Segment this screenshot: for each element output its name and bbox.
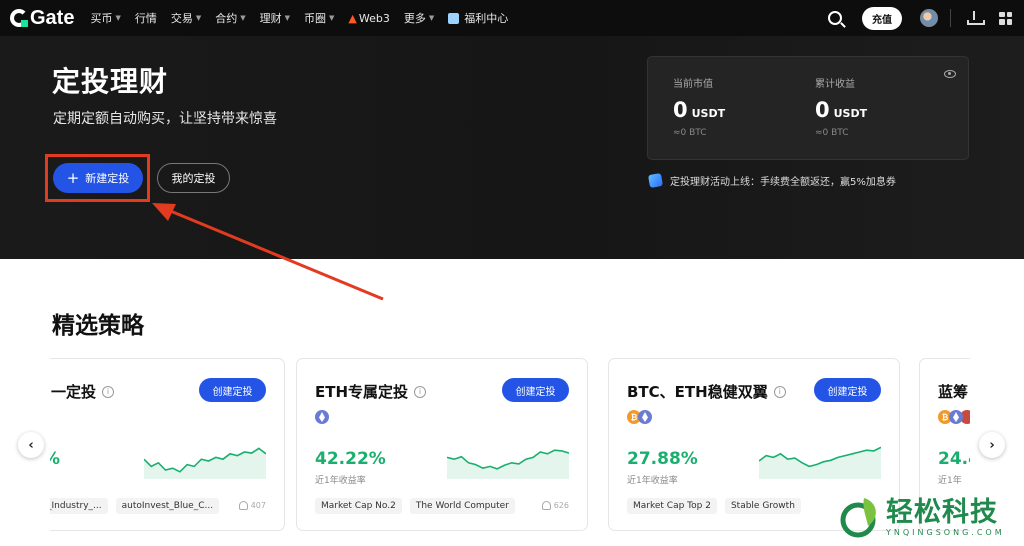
nav-item-rewards-center[interactable]: 福利中心 [448, 10, 508, 26]
stat-total-earnings: 累计收益 0 USDT ≈0 BTC [815, 79, 868, 138]
nav-item-futures[interactable]: 合约 ▼ [215, 10, 245, 26]
annual-return-label: 近1年 [938, 476, 962, 486]
nav-divider [950, 9, 951, 27]
top-nav: Gate 买币 ▼ 行情 交易 ▼ 合约 ▼ 理财 ▼ 币圈 ▼ ▲ Web3 更多 ▼ 福利… [0, 0, 1024, 36]
highlight-box [45, 154, 150, 202]
users-icon [541, 501, 551, 510]
annual-return: 42.22% [315, 449, 386, 469]
eye-icon[interactable] [944, 70, 956, 78]
eth-icon [315, 410, 329, 424]
chevron-down-icon: ▼ [195, 14, 202, 22]
strategy-tag: Stable Growth [724, 498, 801, 514]
return-sparkline [144, 447, 266, 479]
strategy-card[interactable]: 一定投i 创建定投 % _Industry_... autoInvest_Blu… [50, 358, 285, 531]
chevron-right-icon: › [989, 437, 995, 453]
users-icon [238, 501, 248, 510]
avatar[interactable] [920, 9, 938, 27]
nav-item-markets[interactable]: 行情 [135, 10, 157, 26]
chevron-down-icon: ▼ [284, 14, 291, 22]
coin-icons: ₿ [938, 410, 970, 424]
coin-icons [315, 410, 329, 424]
strategy-tags: Market Cap Top 2 Stable Growth [627, 498, 809, 514]
annual-return-label: 近1年收益率 [315, 476, 366, 486]
strategy-tag: _Industry_... [50, 498, 108, 514]
promo-announcement[interactable]: 定投理财活动上线：手续费全额返还，赢5%加息券 [647, 172, 896, 189]
chevron-down-icon: ▼ [428, 14, 435, 22]
eth-icon [638, 410, 652, 424]
create-auto-invest-button[interactable]: 创建定投 [814, 378, 881, 402]
return-sparkline [759, 446, 881, 479]
download-icon[interactable] [967, 11, 985, 25]
strategy-tag: autoInvest_Blue_C... [115, 498, 220, 514]
carousel-prev-button[interactable]: ‹ [18, 432, 44, 458]
leaf-logo-icon [840, 498, 876, 538]
gate-logo-icon [10, 9, 28, 27]
asset-stats-panel: 当前市值 0 USDT ≈0 BTC 累计收益 0 USDT ≈0 BTC [647, 56, 969, 160]
annual-return-label: 近1年收益率 [627, 476, 678, 486]
card-0-visible: 一定投i 创建定投 % _Industry_... autoInvest_Blu… [50, 358, 285, 531]
chevron-down-icon: ▼ [115, 14, 121, 22]
hero-banner: 定投理财 定期定额自动购买，让坚持带来惊喜 + 新建定投 我的定投 当前市值 0… [0, 36, 1024, 259]
nav-item-more[interactable]: 更多 ▼ [404, 10, 434, 26]
section-title: 精选策略 [52, 313, 144, 339]
nav-actions: 充值 [828, 0, 1024, 36]
user-count: 407 [238, 501, 266, 510]
deposit-button[interactable]: 充值 [862, 6, 902, 30]
strategy-tag: The World Computer [409, 498, 515, 514]
chevron-left-icon: ‹ [28, 437, 34, 453]
nav-item-buy-crypto[interactable]: 买币 ▼ [90, 10, 120, 26]
fire-icon: ▲ [348, 11, 357, 25]
carousel-next-button[interactable]: › [979, 432, 1005, 458]
annual-return: 24.4 [938, 449, 970, 469]
return-sparkline [447, 449, 569, 479]
strategy-tag: Market Cap Top 2 [627, 498, 717, 514]
page-subtitle: 定期定额自动购买，让坚持带来惊喜 [53, 111, 277, 127]
my-auto-invest-button[interactable]: 我的定投 [157, 163, 230, 193]
watermark: 轻松科技 YNQINGSONG.COM [838, 496, 1005, 540]
page-title: 定投理财 [52, 65, 169, 98]
strategy-tags: Market Cap No.2 The World Computer [315, 498, 523, 514]
search-icon[interactable] [828, 11, 842, 25]
gate-logo[interactable]: Gate [10, 7, 74, 30]
chevron-down-icon: ▼ [329, 14, 335, 22]
app-grid-icon[interactable] [999, 11, 1012, 25]
nav-item-earn[interactable]: 理财 ▼ [260, 10, 290, 26]
info-icon[interactable]: i [102, 385, 115, 398]
gift-box-icon [448, 12, 460, 24]
strategy-card[interactable]: ETH专属定投 i 创建定投 42.22% 近1年收益率 Market Cap N… [296, 358, 588, 531]
speaker-icon [647, 172, 664, 189]
annual-return: 27.88% [627, 449, 698, 469]
info-icon[interactable]: i [773, 385, 786, 398]
stat-market-value: 当前市值 0 USDT ≈0 BTC [673, 79, 726, 138]
user-count: 626 [541, 501, 569, 510]
create-auto-invest-button[interactable]: 创建定投 [199, 378, 266, 402]
chevron-down-icon: ▼ [240, 14, 246, 22]
eth-icon [949, 410, 963, 424]
coin-icons: ₿ [627, 410, 652, 424]
annual-return: % [50, 449, 60, 469]
strategy-tags: _Industry_... autoInvest_Blue_C... [50, 498, 227, 514]
nav-item-community[interactable]: 币圈 ▼ [304, 10, 334, 26]
nav-item-web3[interactable]: ▲ Web3 [348, 12, 389, 25]
info-icon[interactable]: i [414, 385, 427, 398]
nav-item-trade[interactable]: 交易 ▼ [171, 10, 201, 26]
create-auto-invest-button[interactable]: 创建定投 [502, 378, 569, 402]
strategy-tag: Market Cap No.2 [315, 498, 402, 514]
